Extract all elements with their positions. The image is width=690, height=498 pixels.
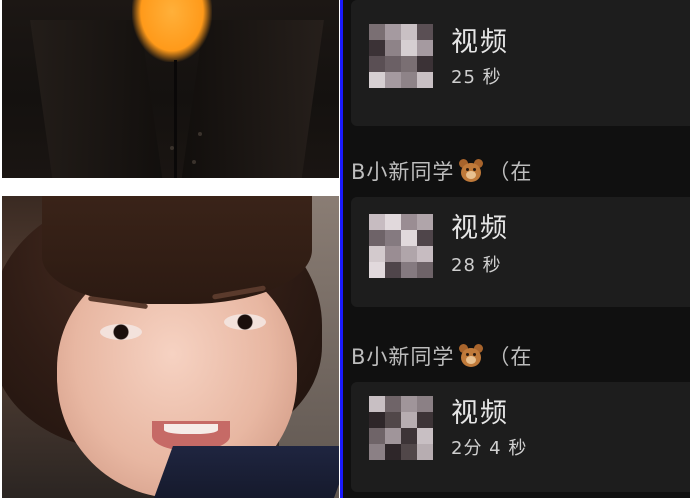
video-thumbnail[interactable] bbox=[369, 396, 433, 460]
photo-top bbox=[2, 0, 339, 178]
sender-name[interactable]: B小新同学 （在 bbox=[351, 156, 532, 186]
sender-name-text: B小新同学 bbox=[351, 345, 455, 369]
sender-suffix: （在 bbox=[488, 160, 533, 184]
photo-bottom bbox=[2, 196, 339, 498]
video-label: 视频 bbox=[451, 27, 509, 58]
bear-emoji-icon bbox=[458, 344, 484, 368]
video-label: 视频 bbox=[451, 398, 509, 429]
video-duration: 28 秒 bbox=[451, 255, 502, 276]
photo-column bbox=[0, 0, 340, 498]
chat-panel[interactable]: 视频 25 秒 B小新同学 （在 视频 28 秒 B小新同学 （在 视频 2分 … bbox=[343, 0, 690, 498]
video-message[interactable]: 视频 2分 4 秒 bbox=[351, 382, 690, 492]
video-label: 视频 bbox=[451, 213, 509, 244]
sender-name[interactable]: B小新同学 （在 bbox=[351, 341, 532, 371]
video-duration: 2分 4 秒 bbox=[451, 438, 528, 459]
video-thumbnail[interactable] bbox=[369, 24, 433, 88]
video-message[interactable]: 视频 25 秒 bbox=[351, 0, 690, 126]
sender-name-text: B小新同学 bbox=[351, 160, 455, 184]
video-duration: 25 秒 bbox=[451, 67, 502, 88]
bear-emoji-icon bbox=[458, 159, 484, 183]
video-thumbnail[interactable] bbox=[369, 214, 433, 278]
video-message[interactable]: 视频 28 秒 bbox=[351, 197, 690, 307]
sender-suffix: （在 bbox=[488, 345, 533, 369]
